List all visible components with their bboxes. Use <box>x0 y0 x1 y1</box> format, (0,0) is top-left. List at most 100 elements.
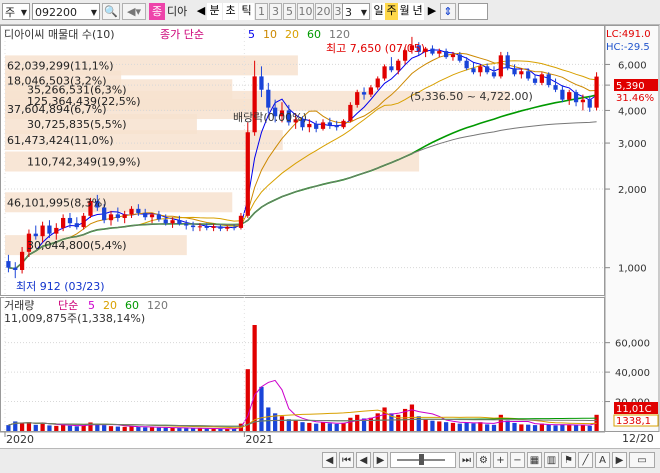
volume-ma-period: 120 <box>147 299 168 312</box>
period-tab[interactable]: 20 <box>315 3 332 20</box>
volume-tick-label: 40,000 <box>615 368 650 379</box>
candle-body <box>471 68 476 73</box>
stock-code-input[interactable]: 092200 ▼ <box>32 3 100 20</box>
scroll-last-icon[interactable]: ⏭ <box>459 452 474 468</box>
volume-ma-legend: 단순 5 20 60 120 <box>58 299 168 312</box>
period-tab[interactable]: 5 <box>283 3 296 20</box>
candle-body <box>594 76 599 108</box>
candle-body <box>33 233 38 237</box>
flag-icon[interactable]: ⚑ <box>561 452 576 468</box>
candle-body <box>156 214 161 220</box>
unit-tab[interactable]: 년 <box>411 3 424 20</box>
volume-bar <box>546 424 551 431</box>
volume-bar <box>163 427 168 431</box>
volume-bar <box>33 424 38 431</box>
candle-body <box>108 214 114 221</box>
volume-bar <box>197 428 203 431</box>
zoom-out-icon[interactable]: − <box>510 452 525 468</box>
candle-body <box>512 68 517 75</box>
candle-body <box>238 215 244 228</box>
volume-bar <box>143 427 148 431</box>
text-tool-icon[interactable]: A <box>595 452 610 468</box>
volume-bar <box>512 422 517 431</box>
volume-bar <box>40 423 45 431</box>
volume-bar <box>464 422 469 431</box>
price-tick-label: 6,000 <box>618 60 647 71</box>
hc-label: HC:-29.5 <box>606 42 650 53</box>
volume-bar <box>471 423 476 431</box>
zoom-in-icon[interactable]: + <box>493 452 508 468</box>
tab-scroll-right-icon[interactable]: ▶ <box>427 3 437 20</box>
high-note: 최고 7,650 (07/05) <box>326 42 425 55</box>
volume-bar <box>587 425 592 431</box>
volume-bar <box>26 422 32 431</box>
price-ma-period: 60 <box>307 28 321 41</box>
zoom-slider-thumb[interactable] <box>419 454 424 465</box>
candle-body <box>341 120 346 128</box>
low-note: 최저 912 (03/23) <box>16 280 105 293</box>
candle-body <box>136 208 141 213</box>
price-tick-label: 3,000 <box>618 139 647 150</box>
candle-body <box>567 92 572 100</box>
period-tab[interactable]: 10 <box>297 3 314 20</box>
volume-panel-title: 거래량 <box>4 299 34 312</box>
count-select[interactable]: 3 ▼ <box>342 3 370 20</box>
volume-bar <box>491 424 497 431</box>
volume-bar <box>279 416 285 431</box>
scroll-first-icon[interactable]: ⏮ <box>339 452 354 468</box>
volume-bar <box>519 424 524 431</box>
candle-body <box>560 89 565 100</box>
bar-chart-icon[interactable]: ▥ <box>544 452 559 468</box>
chevron-down-icon: ▼ <box>360 8 367 17</box>
scroll-right-icon[interactable]: ▶ <box>612 452 627 468</box>
volume-bar <box>293 420 298 431</box>
current-change-pct: 31.46% <box>616 93 654 104</box>
settings-gear-icon[interactable]: ⚙ <box>476 452 491 468</box>
candle-body <box>437 51 442 54</box>
unit-tab[interactable]: 월 <box>398 3 411 20</box>
volume-last-value: 11,009,875주(1,338,14%) <box>4 312 145 325</box>
scroll-prev-icon[interactable]: ◀ <box>356 452 371 468</box>
period-tab[interactable]: 분 <box>207 3 222 20</box>
line-icon[interactable]: ╱ <box>578 452 593 468</box>
market-select[interactable]: 주 ▼ <box>2 3 30 20</box>
panel-toggle-icon[interactable]: ▭ <box>629 452 655 468</box>
volume-bar <box>450 422 456 431</box>
period-tab[interactable]: 1 <box>255 3 268 20</box>
candle-body <box>478 66 483 73</box>
candle-body <box>327 122 332 126</box>
volume-bar <box>252 325 257 431</box>
x-axis-label: 2020 <box>6 433 34 446</box>
candle-body <box>266 89 271 108</box>
volume-bar <box>245 369 250 431</box>
candle-body <box>129 208 134 215</box>
grid-icon[interactable]: ▦ <box>527 452 542 468</box>
candle-body <box>580 99 586 103</box>
stock-chart: 1,0002,0003,0004,0005,0006,00020,00040,0… <box>0 25 660 446</box>
speaker-icon[interactable]: ◀▾ <box>122 3 146 20</box>
svg-text:거래량: 거래량 <box>4 299 34 312</box>
volume-bar <box>314 423 319 431</box>
search-icon[interactable]: 🔍 <box>102 3 120 20</box>
x-axis-right-label: 12/20 <box>622 432 654 445</box>
volume-bar <box>567 425 572 431</box>
period-tab[interactable]: 3 <box>269 3 282 20</box>
unit-tab[interactable]: 일 <box>372 3 385 20</box>
volume-bar <box>170 427 175 431</box>
period-tab[interactable]: 초 <box>223 3 238 20</box>
candle-body <box>532 78 538 83</box>
volume-ma-badge-text: 1338,1 <box>616 416 651 427</box>
period-tab[interactable]: 틱 <box>239 3 254 20</box>
candle-body <box>245 132 250 216</box>
volume-bar <box>54 425 59 431</box>
candle-body <box>74 223 79 228</box>
zoom-slider[interactable] <box>390 452 456 468</box>
unit-tab[interactable]: 주 <box>385 3 398 20</box>
scroll-first-icon[interactable]: ◀ <box>322 452 337 468</box>
updown-arrow-icon[interactable]: ⇕ <box>440 3 456 20</box>
price-ma-label: 종가 단순 <box>160 28 204 41</box>
volume-bar <box>580 424 586 431</box>
tab-scroll-left-icon[interactable]: ◀ <box>196 3 206 20</box>
extra-input[interactable] <box>458 3 488 20</box>
scroll-next-icon[interactable]: ▶ <box>373 452 388 468</box>
